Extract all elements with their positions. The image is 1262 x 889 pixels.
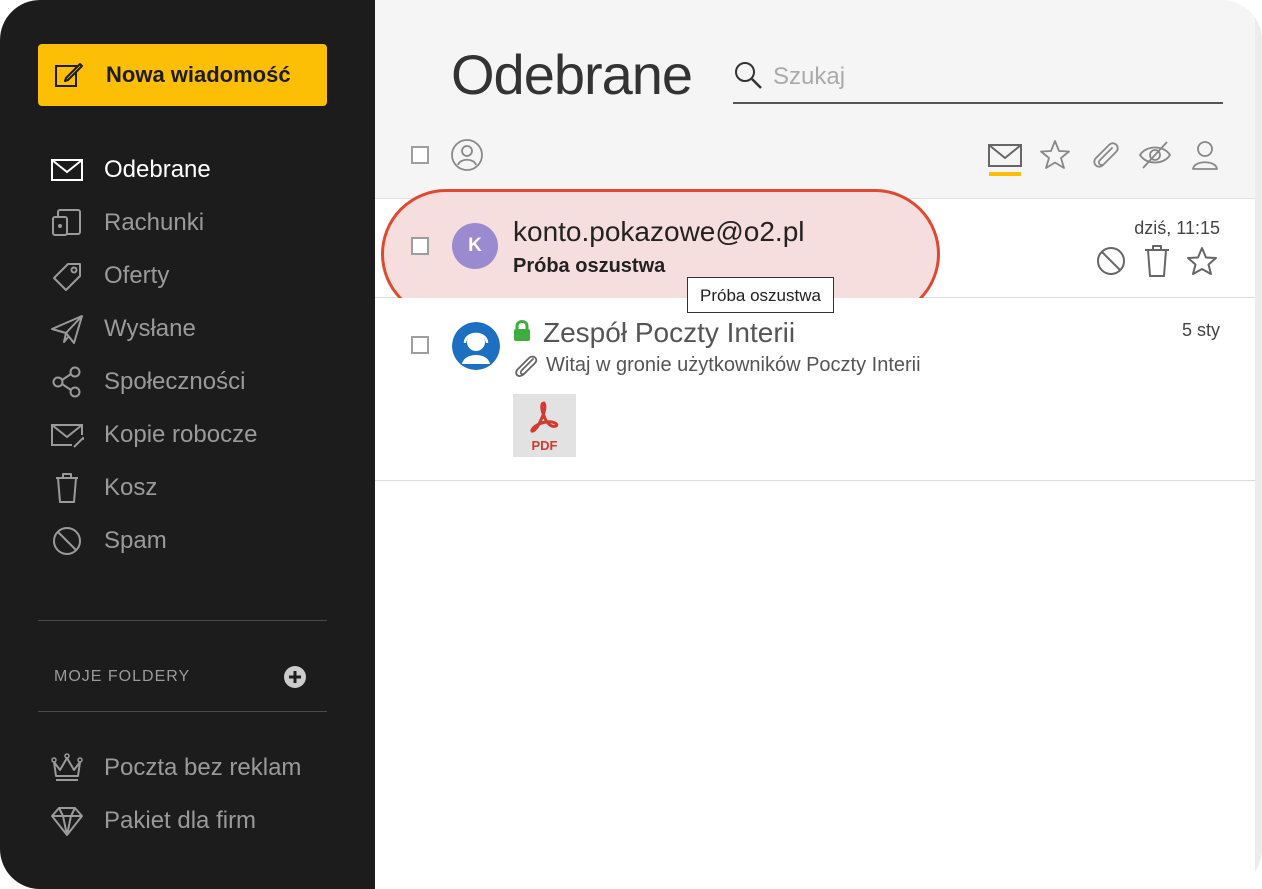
inbox-header: Odebrane	[375, 0, 1262, 199]
active-filter-indicator	[989, 172, 1021, 176]
avatar: K	[452, 223, 498, 269]
star-icon[interactable]	[1038, 138, 1072, 172]
diamond-icon	[51, 807, 83, 836]
select-all-checkbox[interactable]	[411, 146, 429, 164]
trash-icon[interactable]	[1141, 245, 1173, 277]
main-panel: Odebrane Szukaj K konto.pokazowe@o2.pl P…	[375, 0, 1262, 889]
new-message-label: Nowa wiadomość	[106, 62, 291, 87]
message-sender: Zespół Poczty Interii	[543, 317, 796, 348]
subject-tooltip: Próba oszustwa	[687, 277, 834, 313]
message-checkbox[interactable]	[411, 237, 429, 255]
message-date: dziś, 11:15	[1134, 218, 1220, 238]
plus-icon	[289, 671, 301, 683]
message-subject: Próba oszustwa	[513, 255, 666, 277]
sidebar-item-label: Rachunki	[104, 209, 205, 236]
sidebar-item-label: Poczta bez reklam	[104, 754, 302, 781]
envelope-icon	[51, 159, 83, 181]
new-message-button[interactable]: Nowa wiadomość	[38, 44, 327, 106]
sidebar-item-kosz[interactable]: Kosz	[0, 464, 375, 512]
star-icon[interactable]	[1186, 245, 1218, 277]
ban-icon	[53, 527, 81, 555]
paperclip-icon[interactable]	[1088, 138, 1122, 172]
interia-support-avatar	[452, 322, 500, 370]
sidebar-item-label: Kosz	[104, 474, 158, 501]
search-bar	[733, 56, 1223, 104]
sidebar-item-rachunki[interactable]: Rachunki	[0, 199, 375, 247]
sidebar-item-pakiet-dla-firm[interactable]: Pakiet dla firm	[0, 797, 375, 845]
scrollbar[interactable]	[1255, 0, 1262, 889]
tag-icon	[53, 263, 81, 291]
my-folders-title: MOJE FOLDERY	[54, 668, 191, 685]
search-icon[interactable]	[733, 60, 763, 90]
eye-off-icon[interactable]	[1138, 138, 1172, 172]
sidebar-item-wyslane[interactable]: Wysłane	[0, 305, 375, 353]
draft-envelope-icon	[51, 424, 84, 448]
sidebar-item-poczta-bez-reklam[interactable]: Poczta bez reklam	[0, 744, 375, 792]
message-date: 5 sty	[1181, 320, 1220, 340]
ban-icon[interactable]	[1095, 245, 1127, 277]
message-checkbox[interactable]	[411, 336, 429, 354]
message-subject: Witaj w gronie użytkowników Poczty Inter…	[546, 354, 921, 376]
sidebar-item-label: Wysłane	[104, 315, 196, 342]
sidebar-item-label: Oferty	[104, 262, 170, 289]
message-row[interactable]: Zespół Poczty Interii Witaj w gronie uży…	[375, 298, 1262, 481]
sidebar-item-label: Kopie robocze	[104, 421, 258, 448]
crown-icon	[51, 753, 83, 781]
paperclip-icon	[515, 355, 538, 377]
search-input[interactable]	[771, 58, 1215, 96]
add-folder-button[interactable]	[284, 666, 306, 688]
pdf-attachment-thumbnail[interactable]: PDF	[513, 394, 576, 457]
sidebar-item-spam[interactable]: Spam	[0, 517, 375, 565]
sidebar-divider	[38, 711, 327, 712]
attachment-type-label: PDF	[531, 438, 558, 453]
sidebar-item-label: Odebrane	[104, 156, 211, 183]
paper-plane-icon	[51, 315, 83, 344]
bills-icon	[52, 209, 81, 236]
trash-icon	[56, 473, 78, 503]
sidebar-item-odebrane[interactable]: Odebrane	[0, 146, 375, 194]
contact-filter-icon[interactable]	[450, 138, 484, 172]
avatar-letter: K	[468, 235, 482, 256]
sidebar-divider	[38, 620, 327, 621]
sidebar-item-oferty[interactable]: Oferty	[0, 252, 375, 300]
sidebar-item-kopie-robocze[interactable]: Kopie robocze	[0, 411, 375, 459]
sidebar-item-label: Społeczności	[104, 368, 246, 395]
mail-app-window: Nowa wiadomość Odebrane Rachunki Oferty	[0, 0, 1262, 889]
sidebar-item-label: Spam	[104, 527, 167, 554]
sidebar-item-spolecznosci[interactable]: Społeczności	[0, 358, 375, 406]
lock-icon	[514, 320, 530, 341]
envelope-icon[interactable]	[988, 138, 1022, 172]
sidebar-item-label: Pakiet dla firm	[104, 807, 257, 834]
share-icon	[52, 366, 81, 398]
sidebar: Nowa wiadomość Odebrane Rachunki Oferty	[0, 0, 375, 889]
message-sender: konto.pokazowe@o2.pl	[513, 216, 805, 247]
person-icon[interactable]	[1188, 138, 1222, 172]
page-title: Odebrane	[451, 43, 693, 106]
compose-icon	[55, 63, 83, 87]
pdf-icon	[530, 401, 559, 433]
